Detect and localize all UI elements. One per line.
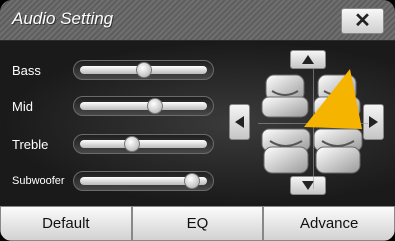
eq-button[interactable]: EQ xyxy=(131,206,264,241)
balance-left-button[interactable] xyxy=(229,104,250,140)
close-icon: ✕ xyxy=(354,10,371,32)
audio-setting-window: Audio Setting ✕ Bass Mid Treble Subwoofe… xyxy=(0,0,395,241)
mid-slider-knob[interactable] xyxy=(147,98,163,114)
treble-slider-knob[interactable] xyxy=(124,136,140,152)
mid-slider-rail xyxy=(80,102,207,110)
window-title: Audio Setting xyxy=(12,9,114,28)
triangle-up-icon xyxy=(302,55,314,64)
treble-slider[interactable] xyxy=(73,134,214,154)
mid-slider[interactable] xyxy=(73,96,214,116)
seat-position-diagram[interactable] xyxy=(258,69,368,189)
mid-label: Mid xyxy=(12,99,33,114)
close-button[interactable]: ✕ xyxy=(341,8,384,34)
bottom-button-bar: Default EQ Advance xyxy=(0,206,395,241)
title-bar: Audio Setting ✕ xyxy=(0,0,395,41)
bass-slider[interactable] xyxy=(73,60,214,80)
treble-label: Treble xyxy=(12,137,49,152)
default-button[interactable]: Default xyxy=(0,206,132,241)
balance-up-button[interactable] xyxy=(290,50,326,69)
subwoofer-slider[interactable] xyxy=(73,171,214,191)
triangle-right-icon xyxy=(369,116,378,128)
bass-slider-knob[interactable] xyxy=(135,62,152,78)
triangle-left-icon xyxy=(235,116,244,128)
subwoofer-label: Subwoofer xyxy=(12,175,65,187)
treble-slider-rail xyxy=(80,140,207,148)
advance-button[interactable]: Advance xyxy=(263,206,395,241)
pointer-arrow-icon xyxy=(304,69,362,129)
subwoofer-slider-knob[interactable] xyxy=(183,173,200,189)
bass-label: Bass xyxy=(12,63,41,78)
settings-panel: Bass Mid Treble Subwoofer xyxy=(0,41,395,206)
